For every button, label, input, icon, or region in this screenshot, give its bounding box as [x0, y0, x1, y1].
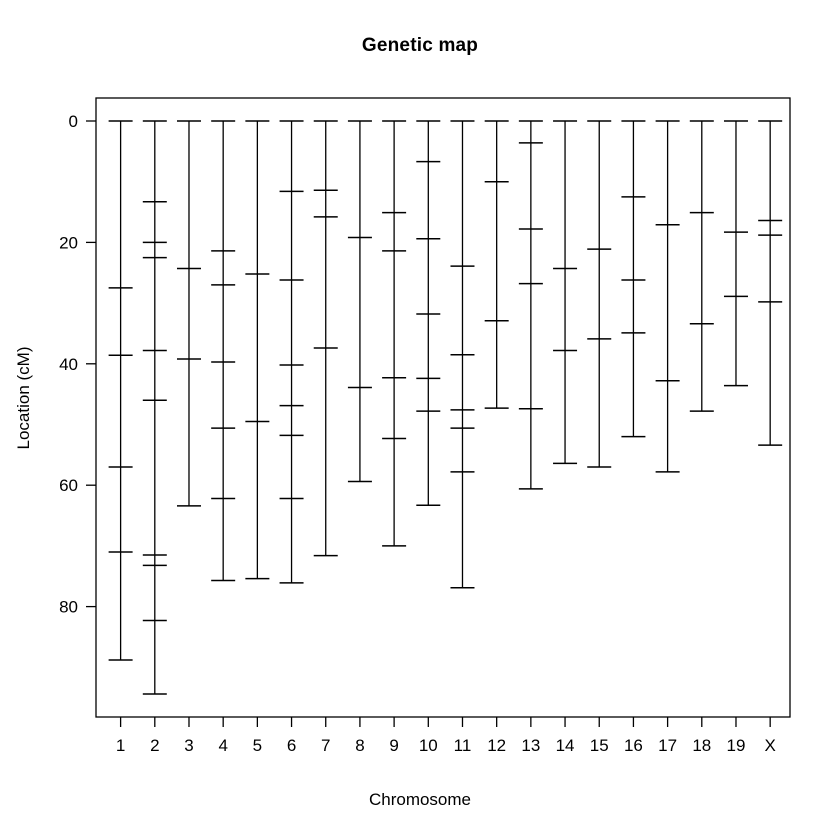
y-axis: 0 20 40 60 80: [59, 112, 96, 617]
chromosome-19: [723, 120, 748, 387]
chromosome-8: [347, 120, 372, 483]
chromosome-5: [245, 120, 270, 580]
x-axis-tick-label: 3: [184, 736, 193, 755]
x-axis: 1 2 3 4 5 6 7 8 9 10 11 12 13 14 15 16 17 18 19 X: [116, 717, 776, 755]
chromosome-2: [142, 120, 167, 695]
x-axis-tick-label: 17: [658, 736, 677, 755]
plot-frame: [95, 97, 791, 718]
chromosome-6: [279, 120, 304, 584]
genetic-map-figure: Genetic map Location (cM) Chromosome 0 20…: [0, 0, 840, 840]
x-axis-tick-label: 5: [253, 736, 262, 755]
chromosome-3: [176, 120, 201, 507]
y-axis-tick-label: 80: [59, 598, 78, 617]
chromosome-14: [553, 120, 578, 465]
x-axis-tick-label: 9: [389, 736, 398, 755]
x-axis-tick-label: X: [764, 736, 775, 755]
chromosome-18: [689, 120, 714, 412]
y-axis-tick-label: 40: [59, 355, 78, 374]
x-axis-tick-label: 13: [521, 736, 540, 755]
x-axis-tick-label: 8: [355, 736, 364, 755]
x-axis-tick-label: 15: [590, 736, 609, 755]
y-axis-tick-label: 0: [69, 112, 78, 131]
x-axis-tick-label: 4: [218, 736, 227, 755]
x-axis-tick-label: 14: [556, 736, 575, 755]
chromosome-bars: [108, 120, 783, 695]
x-axis-tick-label: 1: [116, 736, 125, 755]
chromosome-17: [655, 120, 680, 473]
x-axis-tick-label: 16: [624, 736, 643, 755]
y-axis-tick-label: 60: [59, 476, 78, 495]
chromosome-4: [211, 120, 236, 582]
x-axis-tick-label: 10: [419, 736, 438, 755]
chromosome-7: [313, 120, 338, 557]
chromosome-13: [518, 120, 543, 490]
x-axis-tick-label: 19: [727, 736, 746, 755]
chromosome-16: [621, 120, 646, 438]
x-axis-tick-label: 12: [487, 736, 506, 755]
chromosome-11: [450, 120, 475, 589]
plot-area: 020406080 1 2 3 4 5 6 7 8 9 10 11 12 13 14 15 16 17 18 19 X: [59, 97, 791, 755]
y-axis-tick-label: 20: [59, 233, 78, 252]
chromosome-12: [484, 120, 509, 409]
x-axis-tick-label: 18: [692, 736, 711, 755]
x-axis-tick-label: 11: [454, 736, 472, 755]
chromosome-9: [382, 120, 407, 547]
x-axis-tick-label: 2: [150, 736, 159, 755]
chromosome-15: [587, 120, 612, 468]
chromosome-1: [108, 120, 133, 661]
x-axis-tick-label: 7: [321, 736, 330, 755]
chromosome-10: [416, 120, 441, 506]
x-axis-tick-label: 6: [287, 736, 296, 755]
chromosome-X: [758, 120, 783, 446]
